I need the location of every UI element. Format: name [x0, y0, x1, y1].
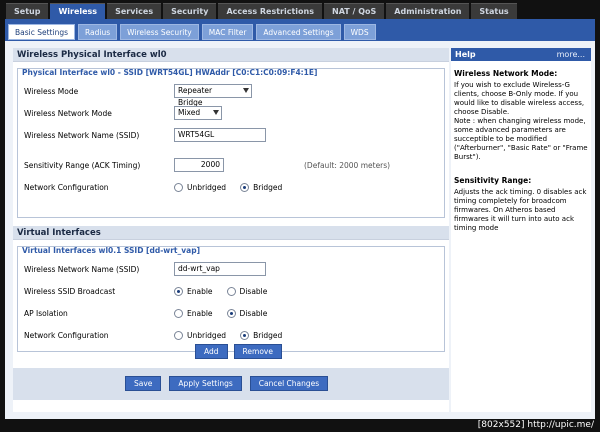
- unbridged-label: Unbridged: [187, 182, 227, 192]
- help-text-sensitivity: Adjusts the ack timing. 0 disables ack t…: [454, 188, 587, 232]
- network-mode-value: Mixed: [178, 108, 201, 117]
- subtab-basic-settings[interactable]: Basic Settings: [8, 24, 76, 40]
- broadcast-enable-radio[interactable]: [174, 286, 183, 296]
- wireless-mode-control: Repeater Bridge: [174, 84, 252, 107]
- subtab-wds[interactable]: WDS: [343, 24, 376, 40]
- chevron-down-icon: [213, 110, 219, 115]
- physical-legend: Physical Interface wl0 - SSID [WRT54GL] …: [22, 68, 318, 77]
- help-heading-sensitivity: Sensitivity Range:: [454, 176, 532, 185]
- physical-fieldset: Physical Interface wl0 - SSID [WRT54GL] …: [17, 68, 445, 218]
- settings-panel: Wireless Physical Interface wl0 Physical…: [13, 48, 449, 412]
- isolation-enable-label: Enable: [187, 308, 213, 318]
- broadcast-enable-label: Enable: [187, 286, 213, 296]
- vap-ssid-row: Wireless Network Name (SSID) dd-wrt_vap: [22, 258, 440, 280]
- broadcast-disable-label: Disable: [239, 286, 268, 296]
- sensitivity-row: Sensitivity Range (ACK Timing) 2000 (Def…: [22, 154, 440, 176]
- sensitivity-input[interactable]: 2000: [174, 158, 224, 172]
- tab-access-restrictions[interactable]: Access Restrictions: [218, 3, 322, 19]
- isolation-disable-label: Disable: [239, 308, 268, 318]
- ssid-broadcast-label: Wireless SSID Broadcast: [24, 286, 116, 296]
- ssid-broadcast-row: Wireless SSID Broadcast Enable Disable: [22, 280, 440, 302]
- help-heading-network-mode: Wireless Network Mode:: [454, 69, 558, 78]
- broadcast-disable-radio[interactable]: [226, 286, 236, 296]
- virtual-fieldset: Virtual Interfaces wl0.1 SSID [dd-wrt_va…: [17, 246, 445, 352]
- help-panel: Help more... Wireless Network Mode: If y…: [451, 48, 591, 412]
- network-config-row: Network Configuration Unbridged Bridged: [22, 176, 440, 198]
- vap-ssid-label: Wireless Network Name (SSID): [24, 264, 140, 274]
- vap-unbridged-label: Unbridged: [187, 330, 227, 340]
- chevron-down-icon: [243, 88, 249, 93]
- vap-ssid-input[interactable]: dd-wrt_vap: [174, 262, 266, 276]
- vap-buttons: Add Remove: [195, 344, 282, 359]
- subtab-advanced-settings[interactable]: Advanced Settings: [256, 24, 341, 40]
- ssid-label: Wireless Network Name (SSID): [24, 130, 140, 140]
- network-mode-row: Wireless Network Mode Mixed: [22, 102, 440, 124]
- vap-network-config-control: Unbridged Bridged: [174, 330, 283, 340]
- bridged-label: Bridged: [253, 182, 283, 192]
- network-mode-label: Wireless Network Mode: [24, 108, 112, 118]
- content-area: Wireless Physical Interface wl0 Physical…: [5, 41, 595, 419]
- vap-network-config-label: Network Configuration: [24, 330, 109, 340]
- help-title: Help more...: [451, 48, 591, 61]
- help-text-note: Note : when changing wireless mode, some…: [454, 117, 588, 161]
- subtab-mac-filter[interactable]: MAC Filter: [201, 24, 254, 40]
- help-text-network-mode: If you wish to exclude Wireless-G client…: [454, 81, 585, 116]
- sensitivity-control: 2000: [174, 158, 224, 172]
- virtual-legend: Virtual Interfaces wl0.1 SSID [dd-wrt_va…: [22, 246, 201, 255]
- sensitivity-label: Sensitivity Range (ACK Timing): [24, 160, 141, 170]
- network-config-label: Network Configuration: [24, 182, 109, 192]
- virtual-section-title: Virtual Interfaces: [13, 226, 449, 240]
- vap-network-config-row: Network Configuration Unbridged Bridged: [22, 324, 440, 346]
- tab-wireless[interactable]: Wireless: [50, 3, 106, 19]
- isolation-disable-radio[interactable]: [226, 308, 236, 318]
- subtab-wireless-security[interactable]: Wireless Security: [120, 24, 199, 40]
- footer-bar: Save Apply Settings Cancel Changes: [13, 368, 449, 400]
- help-title-text: Help: [455, 50, 476, 59]
- ap-isolation-label: AP Isolation: [24, 308, 68, 318]
- wireless-mode-label: Wireless Mode: [24, 86, 79, 96]
- vap-unbridged-radio[interactable]: [174, 330, 183, 340]
- wireless-mode-row: Wireless Mode Repeater Bridge: [22, 80, 440, 107]
- ap-isolation-row: AP Isolation Enable Disable: [22, 302, 440, 324]
- watermark: [802x552] http://upic.me/: [477, 420, 594, 430]
- tab-administration[interactable]: Administration: [386, 3, 470, 19]
- sensitivity-default: (Default: 2000 meters): [304, 160, 391, 170]
- network-mode-select[interactable]: Mixed: [174, 106, 222, 120]
- unbridged-radio[interactable]: [174, 182, 183, 192]
- ssid-row: Wireless Network Name (SSID) WRT54GL: [22, 124, 440, 146]
- network-mode-control: Mixed: [174, 106, 222, 120]
- isolation-enable-radio[interactable]: [174, 308, 183, 318]
- tab-setup[interactable]: Setup: [6, 3, 49, 19]
- vap-bridged-label: Bridged: [253, 330, 283, 340]
- physical-section-title: Wireless Physical Interface wl0: [13, 48, 449, 62]
- save-button[interactable]: Save: [125, 376, 162, 391]
- apply-settings-button[interactable]: Apply Settings: [169, 376, 242, 391]
- tab-services[interactable]: Services: [107, 3, 162, 19]
- tab-security[interactable]: Security: [163, 3, 217, 19]
- footer-buttons: Save Apply Settings Cancel Changes: [125, 376, 329, 391]
- help-more-link[interactable]: more...: [557, 48, 585, 61]
- bridged-radio[interactable]: [240, 182, 250, 192]
- wireless-mode-select[interactable]: Repeater Bridge: [174, 84, 252, 107]
- ssid-input[interactable]: WRT54GL: [174, 128, 266, 142]
- subtab-radius[interactable]: Radius: [78, 24, 118, 40]
- cancel-changes-button[interactable]: Cancel Changes: [249, 376, 329, 391]
- ssid-broadcast-control: Enable Disable: [174, 286, 268, 296]
- remove-button[interactable]: Remove: [233, 344, 282, 359]
- tab-status[interactable]: Status: [471, 3, 517, 19]
- add-button[interactable]: Add: [195, 344, 228, 359]
- tab-nat-qos[interactable]: NAT / QoS: [324, 3, 385, 19]
- top-tab-bar: Setup Wireless Services Security Access …: [6, 3, 517, 19]
- sub-tabs: Basic Settings Radius Wireless Security …: [8, 24, 376, 40]
- vap-ssid-control: dd-wrt_vap: [174, 262, 266, 276]
- vap-bridged-radio[interactable]: [240, 330, 250, 340]
- ap-isolation-control: Enable Disable: [174, 308, 268, 318]
- ssid-control: WRT54GL: [174, 128, 266, 142]
- router-ui-frame: Setup Wireless Services Security Access …: [0, 0, 600, 432]
- network-config-control: Unbridged Bridged: [174, 182, 283, 192]
